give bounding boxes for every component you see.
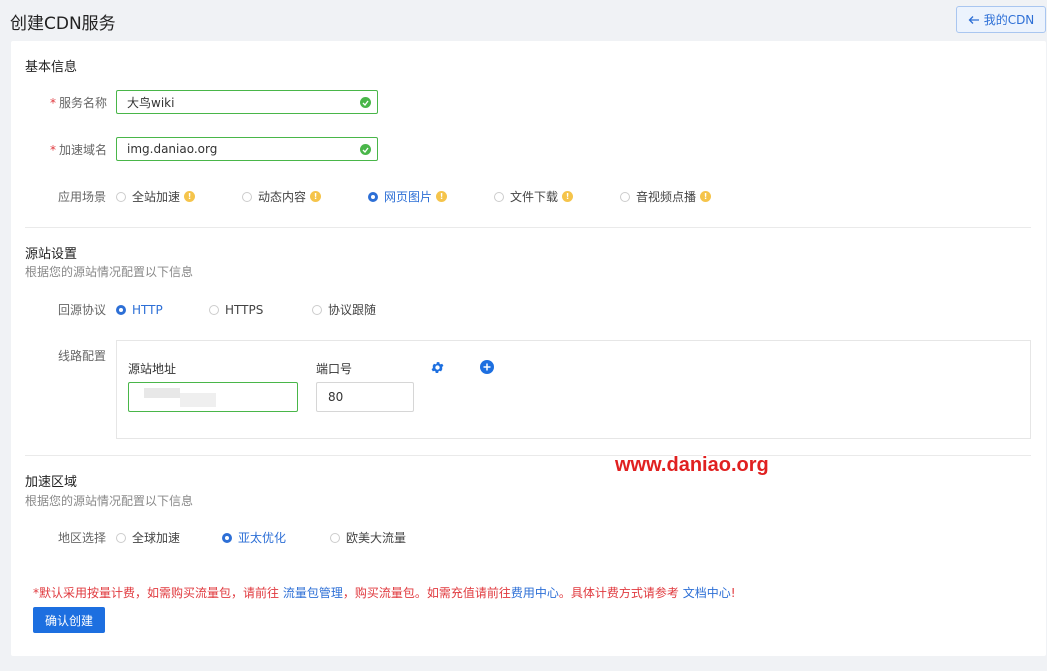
scenario-option-label: 音视频点播 <box>636 190 697 204</box>
route-config-box: 源站地址 端口号 80 <box>116 340 1031 439</box>
origin-settings-desc: 根据您的源站情况配置以下信息 <box>25 265 194 279</box>
radio-dot <box>312 304 322 315</box>
protocol-option-label: HTTPS <box>225 302 264 317</box>
redacted-block <box>180 393 216 407</box>
scenario-radio-group: 全站加速! 动态内容! 网页图片! 文件下载! 音视频点播! <box>116 188 712 205</box>
domain-label: * 加速域名 <box>50 143 108 157</box>
confirm-create-button[interactable]: 确认创建 <box>33 607 105 633</box>
notice-text: ，购买流量包。如需充值请前往 <box>342 586 511 600</box>
radio-dot <box>368 191 378 202</box>
notice-text: 。具体计费方式请参考 <box>558 586 683 600</box>
plus-icon <box>483 363 491 371</box>
protocol-option-http[interactable]: HTTP <box>116 303 209 317</box>
info-icon[interactable]: ! <box>310 191 322 202</box>
scenario-option-label: 动态内容 <box>258 190 307 204</box>
region-option-global[interactable]: 全球加速 <box>116 529 222 546</box>
radio-dot <box>242 191 252 202</box>
region-option-label: 欧美大流量 <box>346 531 407 545</box>
protocol-radio-group: HTTP HTTPS 协议跟随 <box>116 301 376 318</box>
arrow-left-icon <box>968 15 979 24</box>
route-label: 线路配置 <box>58 349 107 363</box>
radio-dot <box>620 191 630 202</box>
service-name-input[interactable]: 大鸟wiki <box>116 90 378 114</box>
origin-address-input[interactable] <box>128 382 298 412</box>
notice-text: ! <box>730 586 736 600</box>
page-title: 创建CDN服务 <box>10 14 116 34</box>
traffic-package-link[interactable]: 流量包管理 <box>283 586 343 600</box>
protocol-option-https[interactable]: HTTPS <box>209 303 312 317</box>
service-name-value: 大鸟wiki <box>127 95 175 110</box>
scenario-option-full-site[interactable]: 全站加速! <box>116 188 242 205</box>
billing-center-link[interactable]: 费用中心 <box>511 586 559 600</box>
domain-input[interactable]: img.daniao.org <box>116 137 378 161</box>
info-icon[interactable]: ! <box>562 191 574 202</box>
check-circle-icon <box>360 97 371 108</box>
notice-text: *默认采用按量计费，如需购买流量包，请前往 <box>33 586 283 600</box>
radio-dot <box>116 304 126 315</box>
divider <box>25 455 1031 456</box>
watermark-text: www.daniao.org <box>615 454 769 476</box>
redacted-block <box>144 388 180 398</box>
region-option-label: 亚太优化 <box>238 531 287 545</box>
protocol-option-label: HTTP <box>132 302 163 317</box>
protocol-option-label: 协议跟随 <box>328 303 377 317</box>
billing-notice: *默认采用按量计费，如需购买流量包，请前往 流量包管理，购买流量包。如需充值请前… <box>33 584 736 601</box>
region-title: 加速区域 <box>25 475 78 490</box>
scenario-option-label: 文件下载 <box>510 190 559 204</box>
radio-dot <box>330 532 340 543</box>
divider <box>25 227 1031 228</box>
origin-settings-title: 源站设置 <box>25 247 78 262</box>
scenario-option-file-download[interactable]: 文件下载! <box>494 188 620 205</box>
port-input[interactable]: 80 <box>316 382 414 412</box>
protocol-option-follow[interactable]: 协议跟随 <box>312 301 376 318</box>
radio-dot <box>209 304 219 315</box>
domain-value: img.daniao.org <box>127 142 218 156</box>
scenario-label: 应用场景 <box>58 190 107 204</box>
form-card: 基本信息 * 服务名称 大鸟wiki * 加速域名 img.daniao.org 应… <box>11 41 1046 656</box>
region-option-label: 全球加速 <box>132 531 181 545</box>
origin-address-label: 源站地址 <box>128 362 177 376</box>
my-cdn-label: 我的CDN <box>983 13 1035 27</box>
radio-dot <box>222 532 232 543</box>
scenario-option-vod[interactable]: 音视频点播! <box>620 188 712 205</box>
basic-info-title: 基本信息 <box>25 60 78 75</box>
port-label: 端口号 <box>316 362 353 376</box>
info-icon[interactable]: ! <box>184 191 196 202</box>
scenario-option-dynamic[interactable]: 动态内容! <box>242 188 368 205</box>
region-option-apac[interactable]: 亚太优化 <box>222 529 330 546</box>
docs-center-link[interactable]: 文档中心 <box>683 586 731 600</box>
region-option-eu-us[interactable]: 欧美大流量 <box>330 529 406 546</box>
add-route-button[interactable] <box>480 360 494 374</box>
gear-icon[interactable] <box>430 360 445 375</box>
region-desc: 根据您的源站情况配置以下信息 <box>25 494 194 508</box>
region-select-label: 地区选择 <box>58 531 107 545</box>
radio-dot <box>116 532 126 543</box>
info-icon[interactable]: ! <box>436 191 448 202</box>
scenario-option-web-images[interactable]: 网页图片! <box>368 188 494 205</box>
protocol-label: 回源协议 <box>58 303 107 317</box>
scenario-option-label: 全站加速 <box>132 190 181 204</box>
scenario-option-label: 网页图片 <box>384 190 433 204</box>
radio-dot <box>116 191 126 202</box>
radio-dot <box>494 191 504 202</box>
service-name-label: * 服务名称 <box>50 96 108 110</box>
my-cdn-button[interactable]: 我的CDN <box>956 6 1046 33</box>
info-icon[interactable]: ! <box>700 191 712 202</box>
region-radio-group: 全球加速 亚太优化 欧美大流量 <box>116 529 406 546</box>
check-circle-icon <box>360 144 371 155</box>
